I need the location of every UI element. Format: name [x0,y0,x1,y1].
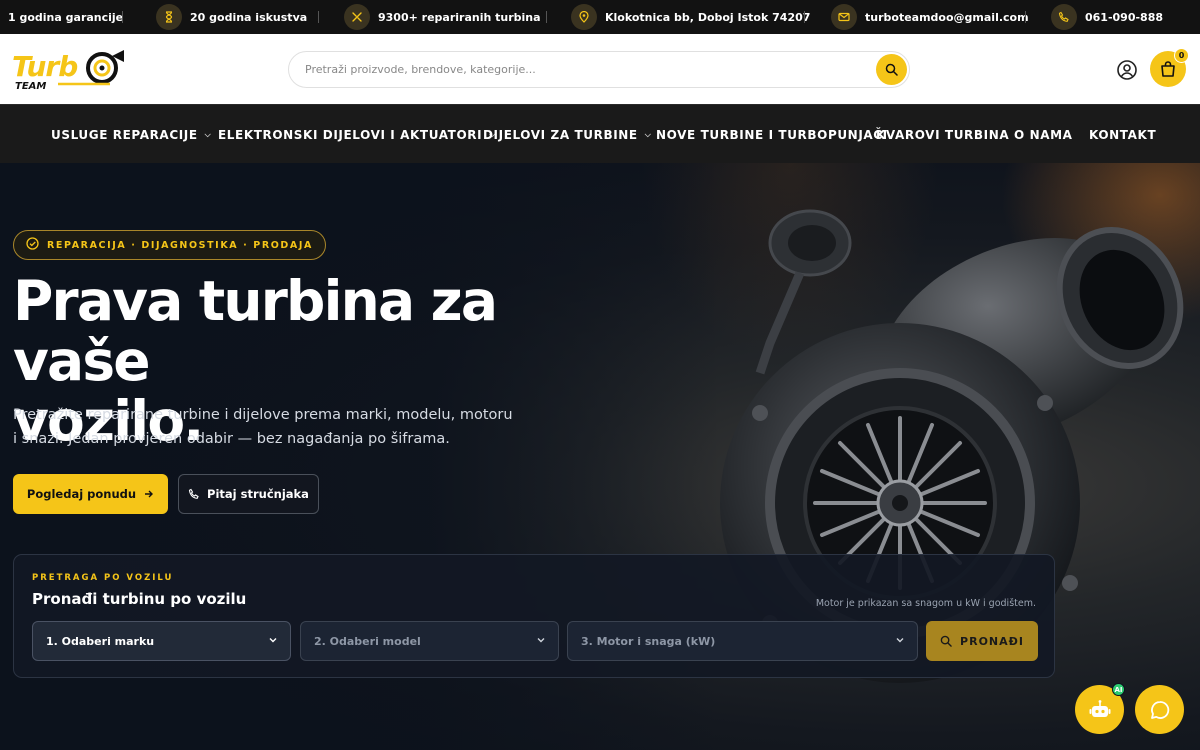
nav-label: NOVE TURBINE I TURBOPUNJAČI [656,127,888,142]
nav-label: KONTAKT [1089,127,1157,142]
top-info-bar: 1 godina garancije 20 godina iskustva 93… [0,0,1200,34]
nav-item-electronic-parts[interactable]: ELEKTRONSKI DIJELOVI I AKTUATORI ⌵ [218,105,496,164]
finder-note: Motor je prikazan sa snagom u kW i godiš… [815,598,1036,609]
divider [1025,11,1026,23]
chevron-down-icon [537,638,545,643]
search-bar [288,51,910,88]
model-select[interactable]: 2. Odaberi model [300,621,559,661]
chat-bubble-icon [1150,700,1169,719]
chat-button[interactable] [1135,685,1184,734]
chevron-down-icon: ⌵ [204,129,212,139]
robot-icon [1089,699,1110,717]
find-button-label: PRONAĐI [960,634,1024,648]
topbar-item-address[interactable]: Klokotnica bb, Doboj Istok 74207 [571,0,810,34]
turbo-team-logo[interactable]: Turb TEAM [12,48,128,92]
nav-label: ELEKTRONSKI DIJELOVI I AKTUATORI [218,127,483,142]
svg-text:Turb: Turb [12,50,77,83]
search-icon [885,63,898,76]
ai-badge: AI [1112,683,1125,696]
ask-expert-button[interactable]: Pitaj stručnjaka [178,474,319,514]
chevron-down-icon: ⌵ [644,129,652,139]
site-header: Turb TEAM 0 [0,34,1200,104]
hero-title-line1: Prava turbina za vaše [13,269,498,393]
nav-item-new-turbines[interactable]: NOVE TURBINE I TURBOPUNJAČI [656,105,888,164]
nav-item-repair-services[interactable]: USLUGE REPARACIJE ⌵ [51,105,211,164]
hero-badge: REPARACIJA · DIJAGNOSTIKA · PRODAJA [13,230,326,260]
arrow-right-icon [145,490,154,498]
model-select-value: 2. Odaberi model [314,634,421,648]
topbar-repairs-text: 9300+ repariranih turbina [378,10,541,24]
location-pin-icon [571,4,597,30]
hero-section: REPARACIJA · DIJAGNOSTIKA · PRODAJA Prav… [0,163,1200,750]
hourglass-icon [156,4,182,30]
search-button[interactable] [876,54,907,85]
finder-title: Pronađi turbinu po vozilu [32,590,247,608]
nav-item-contact[interactable]: KONTAKT [1089,105,1156,164]
vehicle-finder: PRETRAGA PO VOZILU Pronađi turbinu po vo… [13,554,1055,678]
nav-item-about[interactable]: O NAMA [1014,105,1073,164]
topbar-address-text: Klokotnica bb, Doboj Istok 74207 [605,10,811,24]
view-offer-label: Pogledaj ponudu [26,487,137,501]
tools-icon [344,4,370,30]
phone-icon [188,488,199,499]
nav-label: USLUGE REPARACIJE [51,127,198,142]
divider [318,11,319,23]
nav-item-turbine-parts[interactable]: DIJELOVI ZA TURBINE ⌵ [483,105,651,164]
search-input[interactable] [305,52,845,87]
chevron-down-icon [269,638,277,643]
chevron-down-icon [896,638,904,643]
topbar-item-phone[interactable]: 061-090-888 [1051,0,1163,34]
topbar-phone-text: 061-090-888 [1085,10,1164,24]
hero-description: Pretražite reparirane turbine i dijelove… [13,407,513,447]
brand-select-value: 1. Odaberi marku [46,634,155,648]
shopping-bag-icon [1161,61,1175,77]
check-circle-icon [26,237,39,253]
hero-badge-text: REPARACIJA · DIJAGNOSTIKA · PRODAJA [47,239,313,251]
nav-label: KVAROVI TURBINA [876,127,1010,142]
mail-icon [831,4,857,30]
topbar-experience-text: 20 godina iskustva [190,10,308,24]
topbar-email-text: turboteamdoo@gmail.com [865,10,1029,24]
account-icon[interactable] [1116,59,1138,81]
topbar-item-repairs: 9300+ repariranih turbina [344,0,541,34]
phone-icon [1051,4,1077,30]
topbar-warranty-text: 1 godina garancije [8,10,124,24]
search-icon [940,635,952,647]
ask-expert-label: Pitaj stručnjaka [207,487,309,501]
nav-label: O NAMA [1014,127,1073,142]
brand-select[interactable]: 1. Odaberi marku [32,621,291,661]
engine-select[interactable]: 3. Motor i snaga (kW) [567,621,918,661]
topbar-item-warranty: 1 godina garancije [8,0,123,34]
topbar-item-email[interactable]: turboteamdoo@gmail.com [831,0,1029,34]
divider [546,11,547,23]
topbar-item-experience: 20 godina iskustva [156,0,307,34]
finder-kicker: PRETRAGA PO VOZILU [32,573,174,583]
nav-label: DIJELOVI ZA TURBINE [483,127,638,142]
divider [122,11,123,23]
view-offer-button[interactable]: Pogledaj ponudu [13,474,168,514]
nav-item-turbine-faults[interactable]: KVAROVI TURBINA [876,105,1009,164]
divider [804,11,805,23]
engine-select-value: 3. Motor i snaga (kW) [581,634,716,648]
svg-text:TEAM: TEAM [15,81,46,92]
cart-count-badge: 0 [1174,48,1189,63]
find-button[interactable]: PRONAĐI [926,621,1038,661]
main-navigation: USLUGE REPARACIJE ⌵ ELEKTRONSKI DIJELOVI … [0,104,1200,163]
